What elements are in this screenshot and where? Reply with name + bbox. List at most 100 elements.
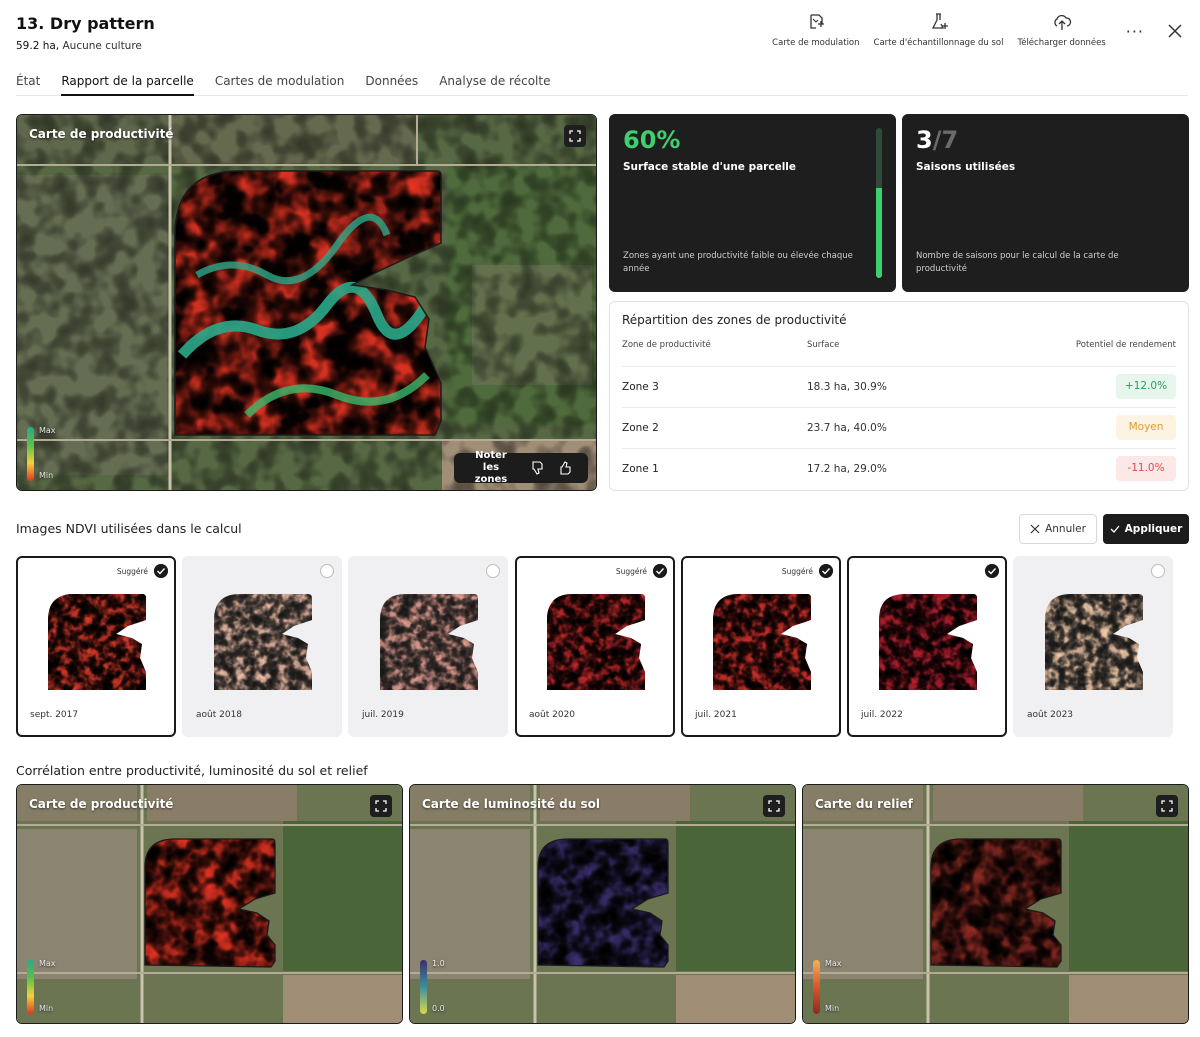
zone-potential-badge: +12.0% <box>1116 374 1176 399</box>
expand-icon[interactable] <box>370 795 392 817</box>
zones-header-potential: Potentiel de rendement <box>1075 340 1176 350</box>
ndvi-thumbnail <box>713 594 811 690</box>
productivity-map[interactable]: Carte de productivité Max Min <box>16 784 403 1024</box>
rate-zones-widget: Noter les zones <box>454 450 588 485</box>
close-icon <box>1030 524 1040 534</box>
map-edit-icon <box>810 14 824 29</box>
soil-brightness-map[interactable]: Carte de luminosité du sol 1.0 0.0 <box>409 784 796 1024</box>
ndvi-image-date: juil. 2019 <box>362 710 404 720</box>
seasons-title: Saisons utilisées <box>916 161 1016 173</box>
relief-map[interactable]: Carte du relief Max Min <box>802 784 1189 1024</box>
legend-min-label: Min <box>39 471 54 480</box>
ndvi-image-card[interactable]: août 2018 <box>182 556 342 737</box>
zone-surface: 18.3 ha, 30.9% <box>807 381 887 393</box>
field-crop: Aucune culture <box>62 40 142 52</box>
zone-row: Zone 2 23.7 ha, 40.0% Moyen <box>622 407 1176 448</box>
ndvi-image-date: août 2018 <box>196 710 243 720</box>
apply-button-label: Appliquer <box>1124 523 1183 535</box>
apply-button[interactable]: Appliquer <box>1103 514 1189 544</box>
ndvi-image-card[interactable]: Suggéré juil. 2021 <box>681 556 841 737</box>
productivity-zones-table: Répartition des zones de productivité Zo… <box>609 301 1189 491</box>
expand-icon[interactable] <box>1156 795 1178 817</box>
legend-max-label: 1.0 <box>432 959 445 968</box>
more-options-button[interactable]: ··· <box>1126 22 1144 41</box>
productivity-map-title: Carte de productivité <box>29 127 174 141</box>
ndvi-image-date: juil. 2022 <box>861 710 903 720</box>
legend-max-label: Max <box>39 426 56 435</box>
legend-max-label: Max <box>39 959 56 968</box>
modulation-map-button[interactable]: Carte de modulation <box>772 12 860 48</box>
stable-area-value: 60% <box>623 126 681 154</box>
field-subtitle: 59.2 ha, Aucune culture <box>16 40 142 52</box>
stable-area-description: Zones ayant une productivité faible ou é… <box>623 251 853 274</box>
tab-donnees[interactable]: Données <box>365 74 418 95</box>
seasons-description: Nombre de saisons pour le calcul de la c… <box>916 251 1119 274</box>
rate-zones-label: Noter les zones <box>474 450 508 485</box>
soil-brightness-legend-bar <box>420 960 427 1014</box>
zone-surface: 23.7 ha, 40.0% <box>807 422 887 434</box>
zones-table-title: Répartition des zones de productivité <box>622 313 847 327</box>
ndvi-image-card[interactable]: Suggéré août 2020 <box>515 556 675 737</box>
satellite-background <box>17 115 596 490</box>
ndvi-image-card[interactable]: Suggéré sept. 2017 <box>16 556 176 737</box>
correlation-map-title: Carte du relief <box>815 797 913 811</box>
productivity-legend-bar <box>27 960 34 1014</box>
zone-name: Zone 1 <box>622 463 659 475</box>
legend-min-label: 0.0 <box>432 1004 445 1013</box>
expand-icon[interactable] <box>564 125 586 147</box>
checkbox-unchecked-icon[interactable] <box>1151 564 1165 578</box>
ndvi-image-date: juil. 2021 <box>695 710 737 720</box>
tab-analyse-recolte[interactable]: Analyse de récolte <box>439 74 550 95</box>
productivity-map[interactable]: Carte de productivité Max Min Noter les … <box>16 114 597 491</box>
checkbox-checked-icon[interactable] <box>985 564 999 578</box>
thumbs-up-icon[interactable] <box>558 460 574 476</box>
checkbox-checked-icon[interactable] <box>653 564 667 578</box>
checkbox-unchecked-icon[interactable] <box>486 564 500 578</box>
satellite-background <box>410 785 795 1023</box>
ndvi-image-card[interactable]: juil. 2019 <box>348 556 508 737</box>
soil-sampling-button[interactable]: Carte d'échantillonnage du sol <box>873 12 1004 48</box>
correlation-map-title: Carte de productivité <box>29 797 174 811</box>
legend-max-label: Max <box>825 959 842 968</box>
ndvi-image-card[interactable]: août 2023 <box>1013 556 1173 737</box>
stable-area-gauge-fill <box>876 188 882 278</box>
checkbox-unchecked-icon[interactable] <box>320 564 334 578</box>
soil-sampling-label: Carte d'échantillonnage du sol <box>873 38 1004 48</box>
thumbs-down-icon[interactable] <box>530 460 546 476</box>
satellite-background <box>803 785 1188 1023</box>
close-icon[interactable] <box>1166 22 1184 40</box>
ndvi-thumbnail <box>879 594 977 690</box>
satellite-background <box>17 785 402 1023</box>
ndvi-image-card[interactable]: juil. 2022 <box>847 556 1007 737</box>
zone-row: Zone 3 18.3 ha, 30.9% +12.0% <box>622 366 1176 407</box>
cancel-button-label: Annuler <box>1045 523 1086 535</box>
legend-min-label: Min <box>39 1004 54 1013</box>
legend-min-label: Min <box>825 1004 840 1013</box>
ndvi-thumbnail <box>1045 594 1143 690</box>
zone-name: Zone 3 <box>622 381 659 393</box>
stable-area-card: 60% Surface stable d'une parcelle Zones … <box>609 114 896 292</box>
suggested-label: Suggéré <box>781 567 813 576</box>
ndvi-section-title: Images NDVI utilisées dans le calcul <box>16 521 242 536</box>
field-area: 59.2 ha, <box>16 40 60 52</box>
checkbox-checked-icon[interactable] <box>154 564 168 578</box>
ndvi-thumbnail <box>214 594 312 690</box>
download-data-button[interactable]: Télécharger données <box>1017 12 1106 48</box>
zone-row: Zone 1 17.2 ha, 29.0% -11.0% <box>622 448 1176 489</box>
zone-surface: 17.2 ha, 29.0% <box>807 463 887 475</box>
tab-etat[interactable]: État <box>16 74 40 95</box>
seasons-card: 3/7 Saisons utilisées Nombre de saisons … <box>902 114 1189 292</box>
tab-cartes-modulation[interactable]: Cartes de modulation <box>215 74 345 95</box>
cancel-button[interactable]: Annuler <box>1019 514 1097 544</box>
expand-icon[interactable] <box>763 795 785 817</box>
stable-area-gauge <box>876 128 882 278</box>
zone-potential-badge: -11.0% <box>1116 456 1176 481</box>
seasons-value: 3/7 <box>916 126 958 154</box>
checkbox-checked-icon[interactable] <box>819 564 833 578</box>
ndvi-thumbnail <box>380 594 478 690</box>
seasons-total: /7 <box>932 126 959 154</box>
zones-header-surface: Surface <box>807 340 840 350</box>
zones-header-zone: Zone de productivité <box>622 340 711 350</box>
tab-rapport-parcelle[interactable]: Rapport de la parcelle <box>61 74 195 96</box>
ndvi-thumbnail <box>48 594 146 690</box>
